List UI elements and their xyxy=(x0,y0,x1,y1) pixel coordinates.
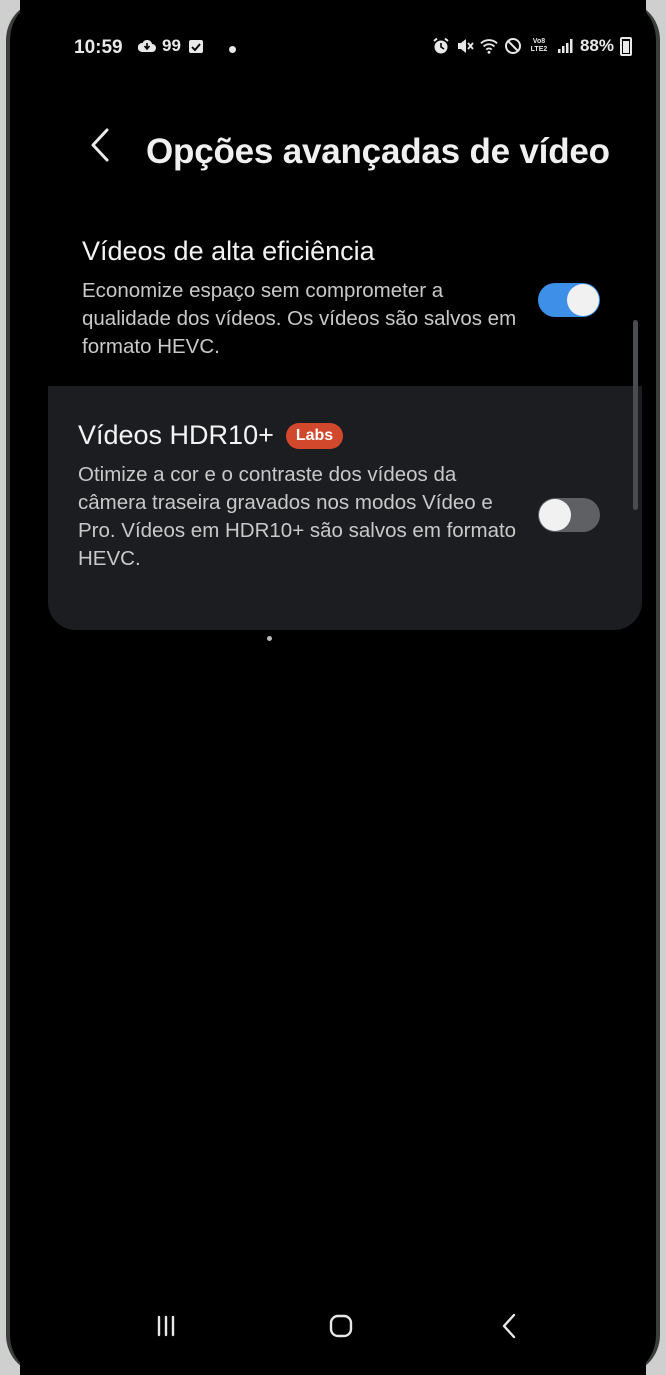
setting-description: Economize espaço sem comprometer a quali… xyxy=(82,279,517,358)
chevron-left-icon xyxy=(91,128,109,162)
calendar-icon xyxy=(187,37,205,55)
setting-high-efficiency-video[interactable]: Vídeos de alta eficiência Economize espa… xyxy=(82,236,614,361)
setting-title: Vídeos HDR10+ Labs xyxy=(78,420,614,451)
recents-button[interactable] xyxy=(141,1301,191,1351)
toggle-knob xyxy=(539,499,571,531)
cloud-icon xyxy=(138,37,156,55)
setting-hdr10-video[interactable]: Vídeos HDR10+ Labs Otimize a cor e o con… xyxy=(78,420,614,607)
volte-icon: Vo8 LTE2 xyxy=(530,38,548,53)
setting-description: Otimize a cor e o contraste dos vídeos d… xyxy=(78,463,517,570)
setting-title: Vídeos de alta eficiência xyxy=(82,236,614,267)
page-indicator-dot xyxy=(267,636,272,641)
notification-count: 99 xyxy=(162,36,181,55)
screen: 10:59 99 Vo8 LTE2 88% Opções avançadas d… xyxy=(20,0,646,1375)
high-efficiency-toggle[interactable] xyxy=(538,283,600,317)
mute-icon xyxy=(456,36,474,56)
status-right-icons: Vo8 LTE2 88% xyxy=(432,36,632,56)
status-bar: 10:59 99 Vo8 LTE2 88% xyxy=(20,30,646,70)
phone-frame: 10:59 99 Vo8 LTE2 88% Opções avançadas d… xyxy=(6,0,660,1375)
home-button[interactable] xyxy=(316,1301,366,1351)
nav-back-button[interactable] xyxy=(484,1301,534,1351)
alarm-icon xyxy=(432,36,450,56)
back-icon xyxy=(502,1313,516,1339)
scrollbar[interactable] xyxy=(633,320,638,510)
status-left-icons: 99 xyxy=(138,36,205,56)
setting-title-text: Vídeos HDR10+ xyxy=(78,420,274,450)
page-title: Opções avançadas de vídeo xyxy=(146,132,610,171)
toggle-knob xyxy=(567,284,599,316)
recents-icon xyxy=(157,1315,175,1337)
dot-icon xyxy=(229,46,236,53)
setting-title-text: Vídeos de alta eficiência xyxy=(82,236,375,266)
labs-badge: Labs xyxy=(285,422,344,449)
hdr10-toggle[interactable] xyxy=(538,498,600,532)
battery-icon xyxy=(620,36,632,56)
navigation-bar xyxy=(20,1291,646,1361)
battery-percent: 88% xyxy=(579,36,614,55)
wifi-icon xyxy=(480,36,498,56)
back-button[interactable] xyxy=(82,116,118,174)
app-header: Opções avançadas de vídeo xyxy=(20,108,646,188)
status-time: 10:59 xyxy=(74,37,123,58)
signal-icon xyxy=(556,36,574,56)
home-icon xyxy=(329,1314,353,1338)
dnd-icon xyxy=(504,36,522,56)
